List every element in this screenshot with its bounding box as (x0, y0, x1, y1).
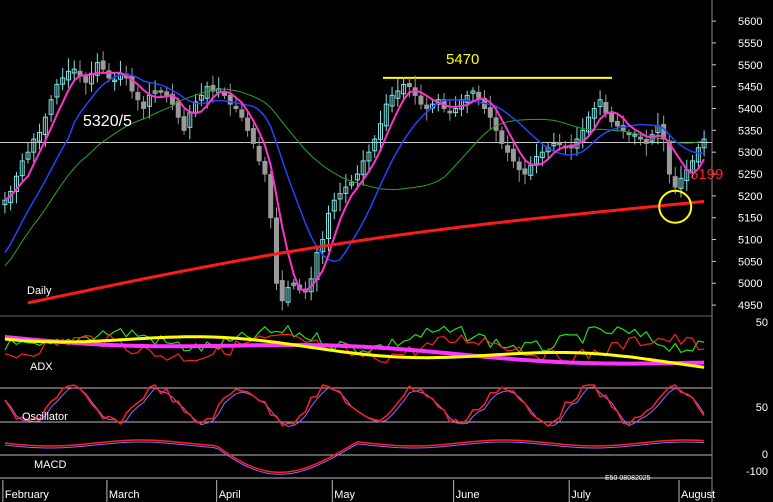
month-label: March (109, 489, 140, 501)
candle-body (239, 109, 245, 118)
month-label: June (456, 489, 480, 501)
candle-body (279, 280, 285, 302)
market-chart: 4950500050505100515052005250530053505400… (0, 0, 773, 502)
candle-body (557, 142, 563, 146)
price-tick-label: 5250 (738, 169, 762, 181)
candle-body (487, 107, 493, 118)
adx-label: ADX (30, 361, 53, 373)
month-label: May (334, 489, 355, 501)
candle-body (83, 76, 89, 83)
candle-body (141, 101, 147, 109)
price-tick-label: 5350 (738, 125, 762, 137)
price-tick-label: 5300 (738, 147, 762, 159)
candle-body (499, 130, 505, 144)
candle-body (262, 160, 268, 175)
indicator-tick-label: 0 (762, 449, 768, 461)
candle-body (106, 70, 112, 79)
oscillator-label: Oscillator (22, 411, 68, 423)
candle-body (643, 138, 649, 144)
price-tick-label: 5400 (738, 103, 762, 115)
price-tick-label: 5100 (738, 235, 762, 247)
price-tick-label: 5450 (738, 82, 762, 94)
candle-body (181, 116, 187, 131)
price-tick-label: 5000 (738, 278, 762, 290)
candle-body (175, 100, 181, 118)
support-label: 5320/5 (83, 113, 132, 130)
ma-200-label: 5199 (690, 166, 723, 183)
indicator-tick-label: 50 (756, 402, 768, 414)
candle-body (447, 110, 453, 114)
candle-body (164, 91, 170, 96)
chart-background (0, 0, 773, 502)
candle-body (158, 90, 164, 93)
candle-body (268, 174, 274, 219)
price-tick-label: 4950 (738, 300, 762, 312)
month-label: April (219, 489, 241, 501)
candle-body (418, 95, 424, 105)
daily-label: Daily (27, 285, 52, 297)
candle-body (250, 128, 256, 144)
price-tick-label: 5050 (738, 256, 762, 268)
month-label: August (681, 489, 715, 501)
candle-body (603, 101, 609, 114)
candle-body (638, 136, 644, 140)
candle-body (493, 117, 499, 131)
candle-body (614, 120, 620, 127)
candle-body (273, 217, 279, 284)
candle-body (233, 105, 239, 109)
candle-body (626, 132, 632, 136)
indicator-tick-label: -100 (746, 466, 768, 478)
price-tick-label: 5150 (738, 213, 762, 225)
price-tick-label: 5600 (738, 16, 762, 28)
candle-body (516, 161, 522, 171)
footer-code: E50 08082025 (605, 475, 651, 482)
candle-body (522, 168, 528, 175)
candle-body (135, 91, 141, 101)
price-tick-label: 5550 (738, 38, 762, 50)
price-tick-label: 5500 (738, 60, 762, 72)
candle-body (424, 104, 430, 109)
candle-body (100, 60, 106, 70)
candle-body (510, 148, 516, 162)
candle-body (505, 145, 511, 153)
price-tick-label: 5200 (738, 191, 762, 203)
month-label: February (5, 489, 50, 501)
indicator-tick-label: 50 (756, 317, 768, 329)
candle-body (406, 82, 412, 88)
candle-body (245, 117, 251, 131)
macd-label: MACD (34, 459, 66, 471)
month-label: July (571, 489, 591, 501)
candle-body (609, 112, 615, 123)
candle-body (672, 176, 678, 188)
resistance-label: 5470 (446, 51, 479, 68)
candle-body (256, 145, 262, 162)
